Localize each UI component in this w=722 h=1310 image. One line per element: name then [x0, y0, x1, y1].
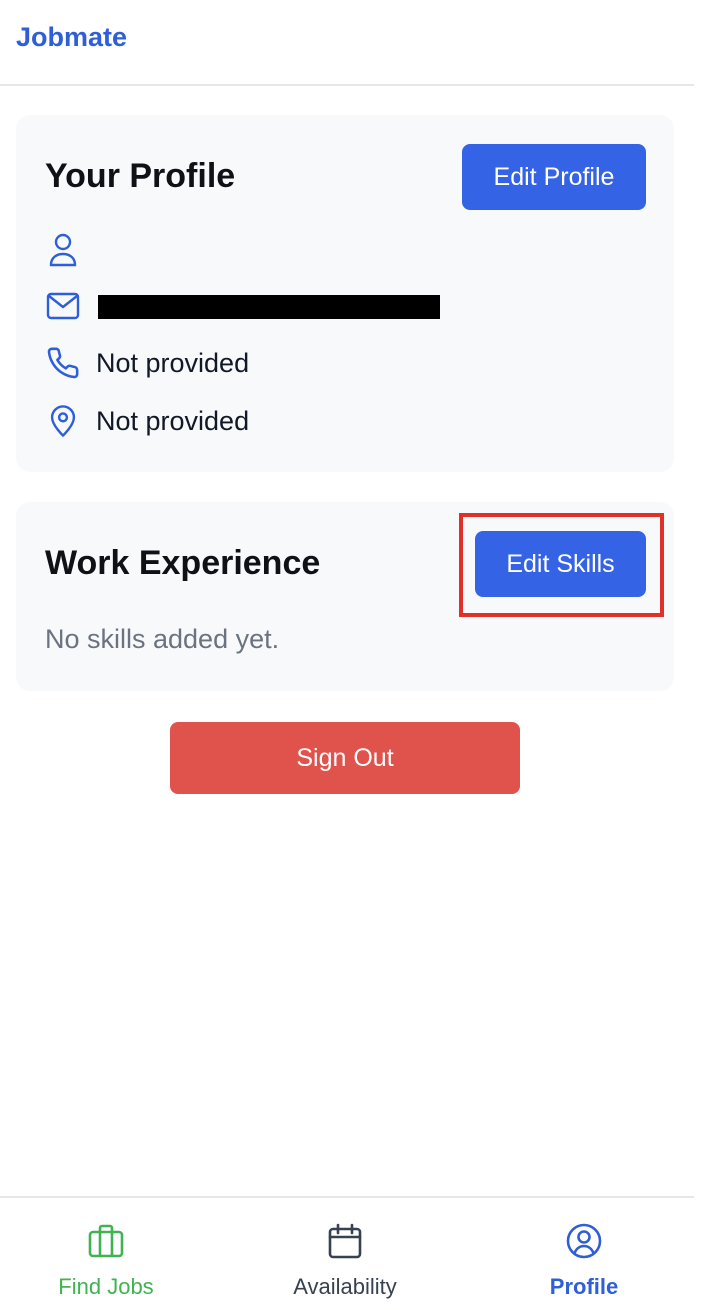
work-experience-card: Work Experience Edit Skills No skills ad… — [16, 502, 674, 691]
profile-name-row — [46, 230, 646, 270]
work-experience-title: Work Experience — [45, 544, 321, 582]
sign-out-button[interactable]: Sign Out — [170, 722, 520, 794]
brand-logo[interactable]: Jobmate — [16, 22, 127, 53]
edit-skills-button[interactable]: Edit Skills — [475, 531, 646, 597]
calendar-icon — [326, 1222, 364, 1260]
briefcase-icon — [87, 1222, 125, 1260]
mail-icon — [46, 289, 80, 323]
nav-item-availability[interactable]: Availability — [245, 1198, 445, 1310]
location-pin-icon — [46, 404, 80, 438]
profile-location-value: Not provided — [96, 405, 250, 436]
user-circle-icon — [565, 1222, 603, 1260]
nav-label-find-jobs: Find Jobs — [58, 1274, 154, 1299]
nav-item-profile[interactable]: Profile — [484, 1198, 684, 1310]
profile-location-row: Not provided — [46, 401, 646, 441]
profile-card: Your Profile Edit Profile Not provided N… — [16, 115, 674, 472]
profile-title: Your Profile — [45, 157, 236, 195]
profile-phone-value: Not provided — [96, 347, 250, 378]
bottom-navigation: Find Jobs Availability Profile — [0, 1196, 694, 1310]
app-header: Jobmate — [0, 0, 694, 86]
nav-label-profile: Profile — [549, 1274, 619, 1299]
app-root: Jobmate Your Profile Edit Profile Not pr… — [0, 0, 722, 1310]
edit-profile-button[interactable]: Edit Profile — [462, 144, 646, 210]
nav-label-availability: Availability — [293, 1274, 397, 1299]
skills-empty-text: No skills added yet. — [45, 624, 280, 654]
user-icon — [46, 233, 80, 267]
phone-icon — [46, 346, 80, 380]
redacted-email-bar — [98, 295, 440, 319]
nav-item-find-jobs[interactable]: Find Jobs — [6, 1198, 206, 1310]
profile-phone-row: Not provided — [46, 343, 646, 383]
